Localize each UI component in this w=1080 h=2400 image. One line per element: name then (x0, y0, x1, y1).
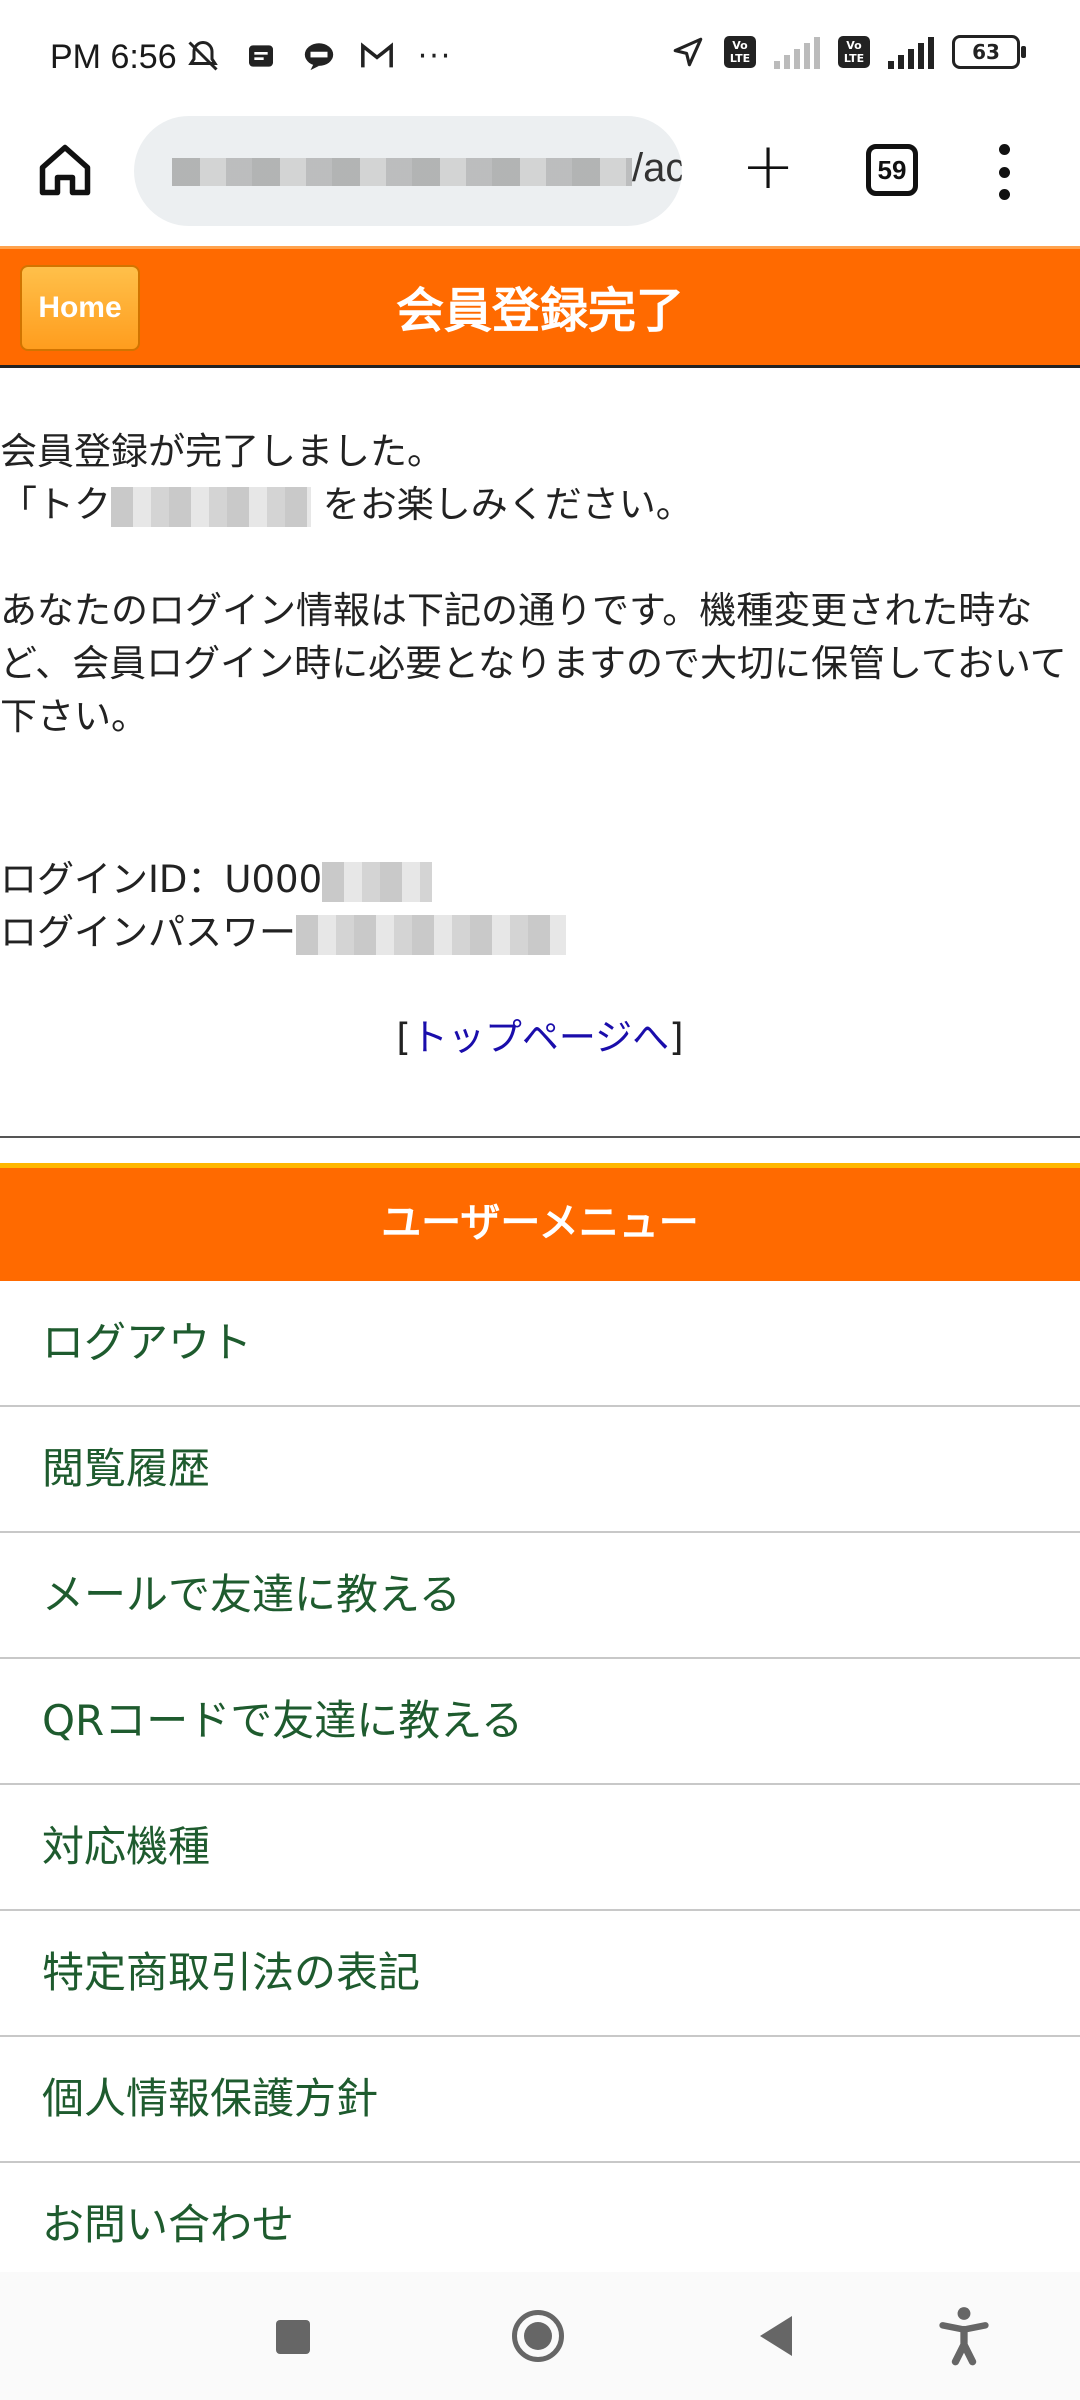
login-info-notice: あなたのログイン情報は下記の通りです。機種変更された時など、会員ログイン時に必要… (0, 589, 1067, 738)
login-password-label: ログインパスワー (0, 911, 296, 954)
system-nav-bar (0, 2272, 1080, 2400)
page-header: Home 会員登録完了 (0, 246, 1080, 368)
menu-item-commercial-law[interactable]: 特定商取引法の表記 (0, 1911, 1080, 2037)
page-title: 会員登録完了 (395, 283, 684, 339)
battery-icon: 63 (952, 35, 1026, 69)
message-icon (243, 38, 279, 74)
registration-message: 会員登録が完了しました。 「トク をお楽しみください。 あなたのログイン情報は下… (0, 425, 1080, 1064)
enjoy-text: 「トク をお楽しみください。 (0, 478, 1080, 531)
back-icon[interactable] (760, 2316, 792, 2356)
accessibility-icon[interactable] (938, 2306, 990, 2366)
section-divider (0, 1136, 1080, 1138)
tab-switcher-button[interactable]: 59 (866, 144, 918, 196)
menu-item-logout[interactable]: ログアウト (0, 1281, 1080, 1407)
line-app-icon (301, 38, 337, 74)
system-status-icons: Vo LTE Vo LTE 63 (670, 34, 1026, 70)
user-menu-list: ログアウト 閲覧履歴 メールで友達に教える QRコードで友達に教える 対応機種 … (0, 1281, 1080, 2289)
login-id-label: ログインID：U000 (0, 858, 323, 901)
menu-item-supported-devices[interactable]: 対応機種 (0, 1785, 1080, 1911)
menu-item-share-email[interactable]: メールで友達に教える (0, 1533, 1080, 1659)
enjoy-text-suffix: をお楽しみください。 (322, 483, 693, 526)
completion-text: 会員登録が完了しました。 (0, 430, 444, 473)
user-menu-header: ユーザーメニュー (0, 1163, 1080, 1281)
redacted-login-id (322, 861, 433, 902)
recent-apps-icon[interactable] (276, 2320, 310, 2354)
login-id-row: ログインID：U000 (0, 853, 1080, 906)
url-text: /account (632, 146, 682, 190)
status-bar: PM 6:56 ··· Vo LTE Vo LTE 63 (0, 0, 1080, 120)
menu-item-contact[interactable]: お問い合わせ (0, 2163, 1080, 2289)
menu-item-share-qr[interactable]: QRコードで友達に教える (0, 1659, 1080, 1785)
more-notifications-icon: ··· (417, 38, 453, 74)
status-time: PM 6:56 (50, 38, 177, 76)
nav-home-icon[interactable] (512, 2310, 564, 2362)
link-bracket-open: [ (396, 1016, 411, 1059)
redacted-service-name (111, 486, 311, 527)
menu-item-history[interactable]: 閲覧履歴 (0, 1407, 1080, 1533)
enjoy-text-prefix: 「トク (0, 483, 111, 526)
location-icon (670, 34, 706, 70)
browser-toolbar: /account + 59 (0, 112, 1080, 246)
notification-icons: ··· (185, 38, 453, 74)
browser-menu-icon[interactable] (994, 144, 1014, 200)
address-bar[interactable]: /account (134, 116, 682, 226)
redacted-password (296, 914, 566, 955)
new-tab-icon[interactable]: + (740, 135, 796, 199)
top-page-link-row: [トップページへ] (0, 1011, 1080, 1064)
volte-icon: Vo LTE (724, 36, 756, 68)
gmail-icon (359, 38, 395, 74)
url-redacted (172, 158, 632, 186)
top-page-link[interactable]: トップページへ (411, 1016, 669, 1059)
browser-home-icon[interactable] (35, 140, 95, 200)
mute-bell-icon (185, 38, 221, 74)
link-bracket-close: ] (669, 1016, 684, 1059)
volte-icon: Vo LTE (838, 36, 870, 68)
login-password-row: ログインパスワー (0, 906, 1080, 959)
signal-sim2-icon (888, 35, 934, 69)
signal-sim1-icon (774, 35, 820, 69)
menu-item-privacy-policy[interactable]: 個人情報保護方針 (0, 2037, 1080, 2163)
